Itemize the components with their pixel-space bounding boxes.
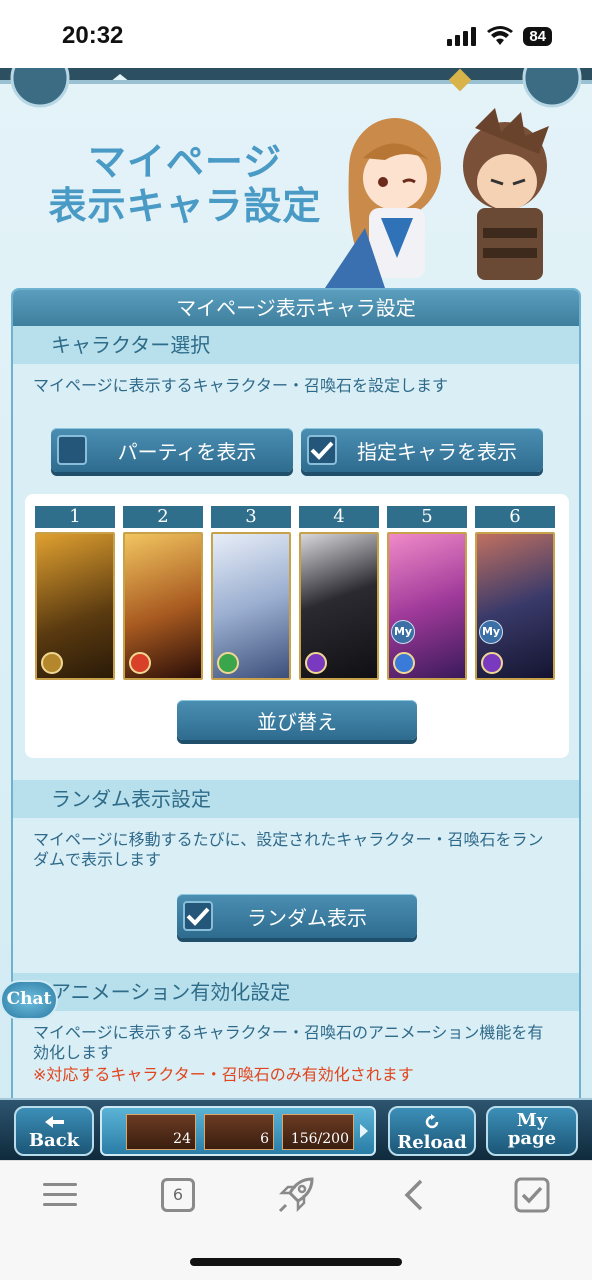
character-card[interactable]	[35, 532, 115, 680]
fire-element-icon	[129, 652, 151, 674]
character-card[interactable]	[123, 532, 203, 680]
water-element-icon	[393, 652, 415, 674]
back-nav-icon[interactable]	[394, 1175, 434, 1215]
slot-number: 2	[123, 506, 203, 528]
section-animation: アニメーション有効化設定	[13, 973, 579, 1011]
game-view: マイページ 表示キャラ設定 マイページ表示キャラ設定 キャラクター選択 マイペー…	[0, 68, 592, 1160]
my-badge: My	[479, 620, 503, 644]
resource-item[interactable]: 156/200	[282, 1114, 354, 1150]
settings-panel: マイページ表示キャラ設定 キャラクター選択 マイページに表示するキャラクター・召…	[11, 288, 581, 1160]
check-icon	[186, 907, 210, 926]
page-title-line1: マイページ	[87, 140, 283, 184]
panel-header: マイページ表示キャラ設定	[13, 290, 579, 326]
wifi-icon	[487, 26, 514, 45]
dark-element-icon	[305, 652, 327, 674]
tabs-button[interactable]: 6	[158, 1175, 198, 1215]
wind-element-icon	[217, 652, 239, 674]
show-designated-chara-checkbox[interactable]	[307, 435, 337, 465]
character-slot[interactable]: 5 My	[387, 506, 467, 680]
my-badge: My	[391, 620, 415, 644]
reload-icon	[425, 1114, 439, 1129]
checkbox-icon[interactable]	[512, 1175, 552, 1215]
tabs-count: 6	[161, 1178, 195, 1212]
chat-button[interactable]: Chat	[0, 980, 58, 1020]
top-ornament	[0, 68, 592, 108]
battery-indicator: 84	[523, 26, 552, 46]
sort-button-label: 並び替え	[257, 709, 337, 734]
chevron-right-icon[interactable]	[358, 1122, 370, 1140]
slot-number: 4	[299, 506, 379, 528]
back-button[interactable]: Back	[14, 1106, 94, 1156]
page-title: マイページ 表示キャラ設定	[40, 140, 330, 228]
earth-element-icon	[41, 652, 63, 674]
game-nav-bar: Back 24 6 156/200 Reload My page	[0, 1098, 592, 1160]
character-slot[interactable]: 6 My	[475, 506, 555, 680]
slot-number: 5	[387, 506, 467, 528]
page-title-line2: 表示キャラ設定	[48, 184, 322, 228]
character-select-desc: マイページに表示するキャラクター・召喚石を設定します	[33, 376, 449, 395]
section-random-display: ランダム表示設定	[13, 780, 579, 818]
show-party-checkbox[interactable]	[57, 435, 87, 465]
random-display-checkbox[interactable]	[183, 901, 213, 931]
animation-note: ※対応するキャラクター・召喚石のみ有効化されます	[33, 1065, 414, 1084]
dark-element-icon	[481, 652, 503, 674]
home-indicator	[190, 1258, 402, 1266]
random-display-desc: マイページに移動するたびに、設定されたキャラクター・召喚石をランダムで表示します	[33, 830, 544, 869]
status-bar: 20:32 84	[0, 0, 592, 76]
rocket-icon[interactable]	[276, 1175, 316, 1215]
character-slot[interactable]: 3	[211, 506, 291, 680]
back-arrow-icon	[45, 1116, 64, 1128]
status-time: 20:32	[62, 22, 124, 49]
resource-item[interactable]: 24	[126, 1114, 196, 1150]
sort-button[interactable]: 並び替え	[177, 700, 417, 740]
character-slot[interactable]: 4	[299, 506, 379, 680]
show-designated-chara-label: 指定キャラを表示	[357, 439, 517, 464]
character-card[interactable]	[211, 532, 291, 680]
random-display-label: ランダム表示	[247, 905, 367, 930]
menu-icon[interactable]	[40, 1175, 80, 1215]
resource-strip: 24 6 156/200	[100, 1106, 376, 1156]
slot-number: 6	[475, 506, 555, 528]
show-designated-chara-option[interactable]: 指定キャラを表示	[301, 428, 543, 472]
slot-number: 3	[211, 506, 291, 528]
character-slots-box: 1 2 3 4 5 My 6 My 並び替え	[25, 494, 569, 758]
reload-button[interactable]: Reload	[388, 1106, 476, 1156]
random-display-toggle[interactable]: ランダム表示	[177, 894, 417, 938]
mypage-label-line2: page	[507, 1128, 557, 1149]
signal-icon	[447, 27, 477, 46]
status-icons: 84	[447, 26, 552, 46]
show-party-label: パーティを表示	[117, 439, 257, 464]
resource-item[interactable]: 6	[204, 1114, 274, 1150]
character-slot[interactable]: 2	[123, 506, 203, 680]
mypage-button[interactable]: My page	[486, 1106, 578, 1156]
back-label: Back	[28, 1130, 80, 1151]
character-card[interactable]: My	[475, 532, 555, 680]
character-card[interactable]	[299, 532, 379, 680]
character-card[interactable]: My	[387, 532, 467, 680]
section-character-select: キャラクター選択	[13, 326, 579, 364]
character-slot[interactable]: 1	[35, 506, 115, 680]
slot-number: 1	[35, 506, 115, 528]
show-party-option[interactable]: パーティを表示	[51, 428, 293, 472]
reload-label: Reload	[397, 1132, 467, 1153]
check-icon	[310, 441, 334, 460]
chibi-characters-illustration	[325, 108, 549, 288]
